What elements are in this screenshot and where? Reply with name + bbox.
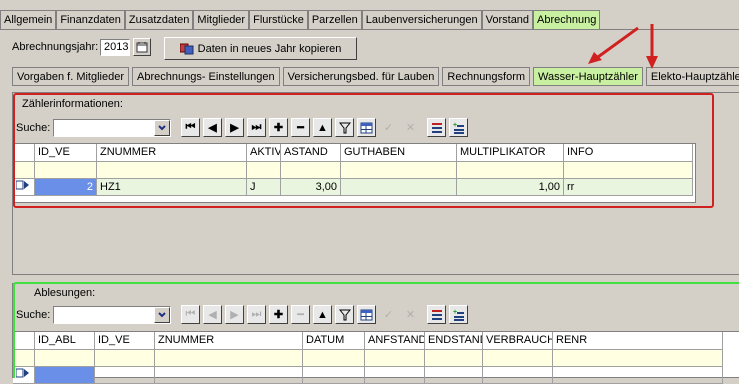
tab-finanzdaten[interactable]: Finanzdaten: [56, 10, 125, 29]
arrow-1: [597, 26, 639, 59]
calendar-button[interactable]: [133, 38, 151, 56]
year-label: Abrechnungsjahr:: [12, 41, 99, 53]
tab-laubenversicherungen[interactable]: Laubenversicherungen: [361, 10, 482, 29]
arrow-2-head: [646, 56, 658, 69]
copy-data-icon: [179, 43, 194, 54]
tab-zusatzdaten[interactable]: Zusatzdaten: [124, 10, 194, 29]
tab-flurstücke[interactable]: Flurstücke: [249, 10, 308, 29]
tab-mitglieder[interactable]: Mitglieder: [193, 10, 250, 29]
copy-to-new-year-button[interactable]: Daten in neues Jahr kopieren: [164, 37, 357, 60]
tab-vorstand[interactable]: Vorstand: [481, 10, 534, 29]
tab-parzellen[interactable]: Parzellen: [307, 10, 362, 29]
annotation-arrows: [588, 24, 658, 69]
calendar-icon: [136, 42, 148, 53]
highlight-meters: [13, 93, 714, 208]
main-tab-bar: Allgemein Finanzdaten Zusatzdaten Mitgliede…: [0, 10, 601, 29]
subtab-rechnungsform[interactable]: Rechnungsform: [442, 67, 531, 86]
highlight-readings: [13, 282, 739, 378]
subtab-abrechnungs-einstellungen[interactable]: Abrechnungs- Einstellungen: [132, 67, 280, 86]
subtab-vorgaben-f-mitglieder[interactable]: Vorgaben f. Mitglieder: [12, 67, 130, 86]
year-field[interactable]: 2013: [100, 39, 130, 56]
subtab-versicherungsbed-für-lauben[interactable]: Versicherungsbed. für Lauben: [282, 67, 440, 86]
copy-button-label: Daten in neues Jahr kopieren: [197, 42, 342, 55]
tab-allgemein[interactable]: Allgemein: [0, 10, 57, 29]
